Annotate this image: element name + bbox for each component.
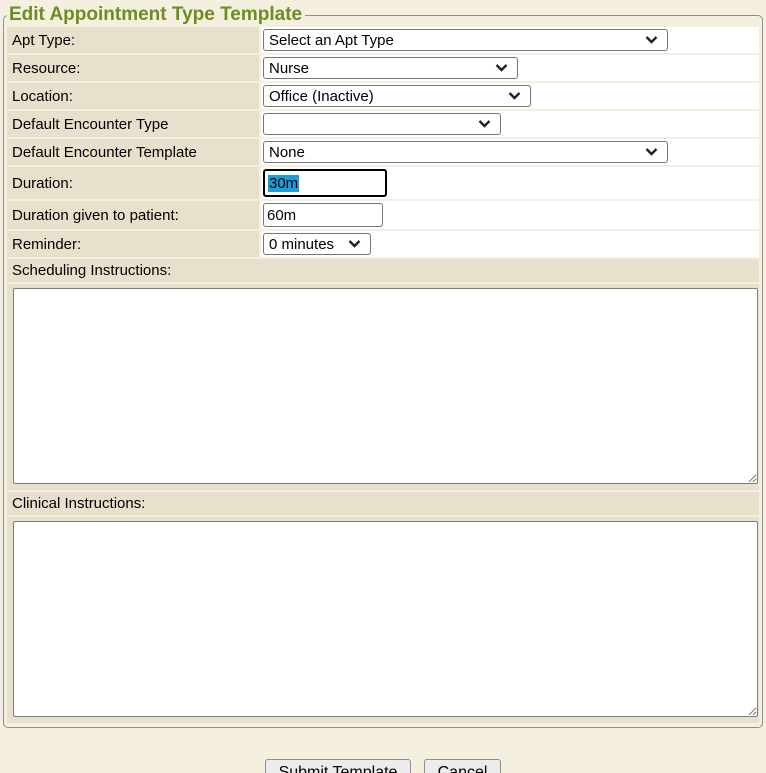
chevron-down-icon [645,36,658,44]
duration-given-row: Duration given to patient: 60m [7,201,759,229]
apt-type-field-cell: Select an Apt Type [261,27,759,53]
chevron-down-icon [645,148,658,156]
chevron-down-icon [478,120,491,128]
default-encounter-template-field-cell: None [261,139,759,165]
apt-type-label: Apt Type: [7,27,259,53]
cancel-button[interactable]: Cancel [424,759,502,773]
duration-label: Duration: [7,167,259,199]
clinical-instructions-label: Clinical Instructions: [7,492,759,515]
default-encounter-template-row: Default Encounter Template None [7,139,759,165]
default-encounter-type-select[interactable] [263,113,501,135]
scheduling-instructions-cell [7,284,759,490]
duration-given-value: 60m [267,207,296,224]
location-label: Location: [7,83,259,109]
default-encounter-template-label: Default Encounter Template [7,139,259,165]
clinical-instructions-textarea[interactable] [13,521,758,717]
reminder-selected-value: 0 minutes [269,236,334,253]
default-encounter-template-select[interactable]: None [263,141,668,163]
edit-appointment-type-template-form: Edit Appointment Type Template Apt Type:… [3,5,763,728]
apt-type-row: Apt Type: Select an Apt Type [7,27,759,53]
chevron-down-icon [348,240,361,248]
resource-selected-value: Nurse [269,60,309,77]
location-field-cell: Office (Inactive) [261,83,759,109]
scheduling-instructions-row [7,284,759,490]
apt-type-selected-value: Select an Apt Type [269,32,394,49]
duration-given-field-cell: 60m [261,201,759,229]
duration-given-label: Duration given to patient: [7,201,259,229]
duration-field-cell: 30m [261,167,759,199]
form-table: Apt Type: Select an Apt Type Resource: N… [5,25,761,725]
form-title: Edit Appointment Type Template [7,5,305,25]
button-bar: Submit Template Cancel [0,759,766,773]
location-row: Location: Office (Inactive) [7,83,759,109]
resource-select[interactable]: Nurse [263,57,518,79]
clinical-instructions-cell [7,517,759,723]
duration-selected-text: 30m [268,175,299,192]
chevron-down-icon [508,92,521,100]
reminder-row: Reminder: 0 minutes [7,231,759,257]
location-select[interactable]: Office (Inactive) [263,85,531,107]
clinical-instructions-row [7,517,759,723]
reminder-field-cell: 0 minutes [261,231,759,257]
scheduling-instructions-label-row: Scheduling Instructions: [7,259,759,282]
location-selected-value: Office (Inactive) [269,88,374,105]
scheduling-instructions-label: Scheduling Instructions: [7,259,759,282]
reminder-label: Reminder: [7,231,259,257]
resource-row: Resource: Nurse [7,55,759,81]
default-encounter-type-row: Default Encounter Type [7,111,759,137]
apt-type-select[interactable]: Select an Apt Type [263,29,668,51]
duration-given-input[interactable]: 60m [263,203,383,227]
default-encounter-type-label: Default Encounter Type [7,111,259,137]
chevron-down-icon [495,64,508,72]
resource-field-cell: Nurse [261,55,759,81]
resource-label: Resource: [7,55,259,81]
duration-input[interactable]: 30m [263,169,387,197]
default-encounter-type-field-cell [261,111,759,137]
duration-row: Duration: 30m [7,167,759,199]
default-encounter-template-selected-value: None [269,144,305,161]
clinical-instructions-label-row: Clinical Instructions: [7,492,759,515]
scheduling-instructions-textarea[interactable] [13,288,758,484]
submit-template-button[interactable]: Submit Template [265,759,412,773]
reminder-select[interactable]: 0 minutes [263,233,371,255]
